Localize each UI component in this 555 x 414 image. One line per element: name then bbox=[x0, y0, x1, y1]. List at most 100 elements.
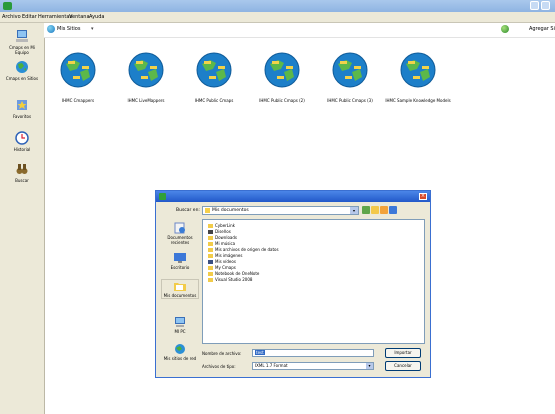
globe-icon bbox=[332, 52, 368, 88]
view-menu-icon[interactable] bbox=[389, 206, 397, 214]
menu-archivo[interactable]: Archivo bbox=[2, 14, 21, 20]
dialog-title-bar: × bbox=[156, 191, 430, 202]
title-bar bbox=[0, 0, 555, 12]
file-name: Mi música bbox=[215, 241, 236, 246]
import-button[interactable]: Importar bbox=[385, 348, 421, 358]
site-label: IHMC LiveMappers bbox=[127, 98, 165, 103]
filename-value: test bbox=[255, 350, 265, 355]
list-item[interactable]: Visual Studio 2008 bbox=[208, 277, 252, 283]
file-name: Downloads bbox=[215, 235, 237, 240]
filename-label: Nombre de archivo: bbox=[202, 351, 242, 356]
site-label: IHMC Cmappers bbox=[61, 98, 95, 103]
site-item[interactable]: IHMC Public Cmaps (2) bbox=[249, 52, 315, 103]
menu-editar[interactable]: Editar bbox=[22, 14, 37, 20]
add-site-icon bbox=[501, 25, 509, 33]
computer-icon bbox=[16, 30, 28, 42]
site-item[interactable]: IHMC Cmappers bbox=[45, 52, 111, 103]
folder-icon bbox=[208, 254, 213, 258]
filetype-select[interactable]: IXML 1.7 Format ▾ bbox=[252, 362, 374, 370]
maximize-button[interactable] bbox=[541, 1, 550, 10]
place-my-pc[interactable]: MI PC bbox=[161, 316, 199, 334]
chevron-down-icon[interactable]: ▾ bbox=[91, 26, 94, 32]
menu-herramientas[interactable]: Herramientas bbox=[38, 14, 72, 20]
lookin-label: Buscar en: bbox=[176, 208, 200, 213]
sidebar-item-label: Cmaps en Mi Equipo bbox=[9, 45, 35, 55]
chevron-down-icon[interactable]: ▾ bbox=[350, 207, 358, 214]
add-site-button[interactable]: Agregar Si bbox=[529, 26, 555, 32]
sidebar: Cmaps en Mi Equipo Cmaps en Sitios Favor… bbox=[0, 23, 45, 414]
places-bar: Documentos recientes Escritorio Mis docu… bbox=[161, 219, 199, 371]
file-list[interactable]: CyberLink Diseños Downloads Mi música Mi… bbox=[202, 219, 425, 344]
sidebar-item-history[interactable]: Historial bbox=[3, 131, 41, 152]
menu-bar: Archivo Editar Herramientas Ventana Ayud… bbox=[0, 12, 555, 23]
site-label: IHMC Sample Knowledge Models bbox=[385, 98, 451, 103]
folder-icon bbox=[208, 224, 213, 228]
sidebar-item-label: Buscar bbox=[15, 178, 29, 183]
site-label: IHMC Public Cmaps (3) bbox=[327, 98, 373, 103]
site-label: IHMC Public Cmaps (2) bbox=[259, 98, 305, 103]
place-label: MI PC bbox=[174, 329, 186, 334]
cancel-button[interactable]: Cancelar bbox=[385, 361, 421, 371]
close-icon[interactable]: × bbox=[419, 193, 427, 200]
folder-icon bbox=[208, 278, 213, 282]
folder-icon bbox=[205, 208, 210, 213]
new-folder-icon[interactable] bbox=[380, 206, 388, 214]
my-documents-icon bbox=[174, 283, 186, 291]
file-name: CyberLink bbox=[215, 223, 235, 228]
computer-icon bbox=[175, 317, 185, 327]
site-item[interactable]: IHMC LiveMappers bbox=[113, 52, 179, 103]
sidebar-item-favorites[interactable]: Favoritos bbox=[3, 98, 41, 119]
site-item[interactable]: IHMC Sample Knowledge Models bbox=[385, 52, 451, 103]
minimize-button[interactable] bbox=[530, 1, 539, 10]
globe-icon bbox=[196, 52, 232, 88]
lookin-value: Mis documentos bbox=[212, 208, 249, 213]
lookin-select[interactable]: Mis documentos ▾ bbox=[202, 206, 359, 215]
sidebar-item-label: Favoritos bbox=[12, 114, 32, 119]
back-icon[interactable] bbox=[362, 206, 370, 214]
folder-icon bbox=[208, 236, 213, 240]
binoculars-icon bbox=[16, 164, 28, 174]
globe-icon bbox=[264, 52, 300, 88]
history-icon bbox=[15, 131, 29, 145]
globe-icon bbox=[60, 52, 96, 88]
site-item[interactable]: IHMC Public Cmaps bbox=[181, 52, 247, 103]
sidebar-item-search[interactable]: Buscar bbox=[3, 162, 41, 183]
file-name: Notebook de OneNote bbox=[215, 271, 260, 276]
file-name: Diseños bbox=[215, 229, 231, 234]
filename-input[interactable]: test bbox=[252, 349, 374, 357]
place-my-documents[interactable]: Mis documentos bbox=[161, 279, 199, 299]
toolbar: Mis Sitios ▾ Agregar Si bbox=[44, 23, 555, 38]
sidebar-item-label: Cmaps en Sitios bbox=[5, 76, 39, 81]
file-name: Visual Studio 2008 bbox=[215, 277, 253, 282]
network-icon bbox=[175, 344, 185, 354]
place-desktop[interactable]: Escritorio bbox=[161, 252, 199, 270]
dialog-app-icon bbox=[159, 193, 166, 200]
folder-icon bbox=[208, 230, 213, 234]
desktop-icon bbox=[174, 253, 186, 263]
place-label: Escritorio bbox=[170, 265, 190, 270]
place-label: Documentos recientes bbox=[167, 235, 193, 245]
app-icon bbox=[3, 2, 12, 10]
filetype-value: IXML 1.7 Format bbox=[255, 363, 288, 368]
menu-ventana[interactable]: Ventana bbox=[69, 14, 90, 20]
chevron-down-icon[interactable]: ▾ bbox=[366, 363, 373, 369]
place-network[interactable]: Mis sitios de red bbox=[161, 343, 199, 361]
place-recent[interactable]: Documentos recientes bbox=[161, 222, 199, 245]
globe-icon bbox=[400, 52, 436, 88]
folder-icon bbox=[208, 272, 213, 276]
site-item[interactable]: IHMC Public Cmaps (3) bbox=[317, 52, 383, 103]
up-folder-icon[interactable] bbox=[371, 206, 379, 214]
file-name: Mis imágenes bbox=[215, 253, 243, 258]
site-globe-icon bbox=[47, 25, 55, 33]
sidebar-item-sites[interactable]: Cmaps en Sitios bbox=[3, 60, 41, 81]
import-dialog: × Buscar en: Mis documentos ▾ Documentos… bbox=[155, 190, 431, 378]
folder-icon bbox=[208, 260, 213, 264]
place-label: Mis documentos bbox=[163, 293, 197, 298]
globe-icon bbox=[16, 61, 28, 73]
menu-ayuda[interactable]: Ayuda bbox=[89, 14, 104, 20]
folder-icon bbox=[208, 248, 213, 252]
site-label: IHMC Public Cmaps bbox=[194, 98, 234, 103]
sidebar-item-my-computer[interactable]: Cmaps en Mi Equipo bbox=[3, 29, 41, 55]
site-selector[interactable]: Mis Sitios bbox=[57, 26, 80, 32]
globe-icon bbox=[128, 52, 164, 88]
